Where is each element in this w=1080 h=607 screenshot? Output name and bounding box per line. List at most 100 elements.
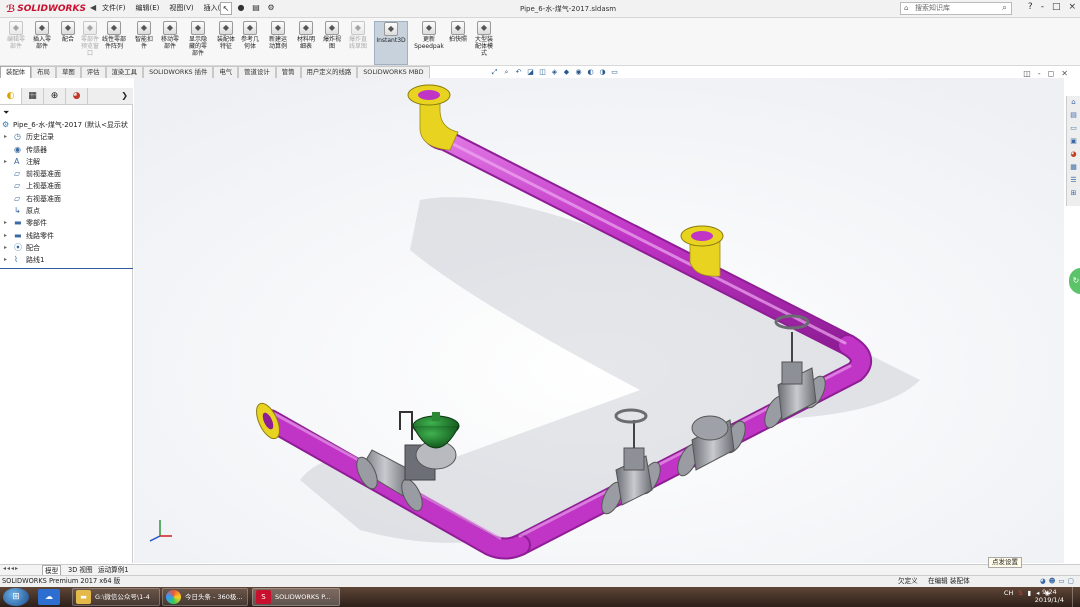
edit-appearance-icon[interactable]: ◐ (586, 68, 595, 77)
tree-item[interactable]: ▸ ⌇ 路线1 (0, 254, 133, 266)
view-palette-icon[interactable]: ▣ (1069, 136, 1079, 147)
input-method-icon[interactable]: S (1018, 589, 1022, 597)
options-gear-icon[interactable]: ⚙ (265, 2, 277, 15)
help-button[interactable]: ? (1028, 2, 1033, 12)
expand-arrow-icon[interactable]: ▸ (4, 230, 12, 242)
file-explorer-icon[interactable]: ▭ (1069, 123, 1079, 134)
ribbon-button-smart-fasteners[interactable]: ◆ 智能扣 件 (132, 21, 156, 50)
solidworks-forum-icon[interactable]: ☰ (1069, 175, 1079, 186)
property-manager-tab-icon[interactable]: ▦ (22, 88, 44, 104)
filter-icon[interactable]: ⏷ (3, 108, 9, 118)
menu-file[interactable]: 文件(F) (102, 3, 126, 13)
routing-library-icon[interactable]: ⊞ (1069, 188, 1079, 199)
tree-root-assembly[interactable]: ⚙ Pipe_6-水-煤气-2017 (默认<显示状 (0, 119, 133, 131)
assembly-model[interactable] (134, 78, 1064, 563)
ribbon-button-move-component[interactable]: ◆ 移动零 部件 (158, 21, 182, 50)
ribbon-button-assembly-features[interactable]: ◆ 装配体 特征 (214, 21, 238, 50)
rebuild-status-icon[interactable]: ☻ (1049, 576, 1056, 587)
tab-8[interactable]: 管筒 (275, 66, 301, 78)
ribbon-button-snapshot[interactable]: ◆ 拍快照 (446, 21, 470, 43)
menu-edit[interactable]: 编辑(E) (136, 3, 160, 13)
baidu-netdisk-icon[interactable]: ☁ (38, 589, 60, 605)
expand-arrow-icon[interactable]: ▸ (4, 131, 12, 143)
previous-view-icon[interactable]: ↶ (514, 68, 523, 77)
menu-expand-icon[interactable]: ◀ (90, 3, 96, 12)
rebuild-icon[interactable]: ● (235, 2, 247, 15)
language-indicator[interactable]: CH (1004, 589, 1013, 597)
tree-item[interactable]: ▸ ◷ 历史记录 (0, 131, 133, 143)
show-desktop-button[interactable] (1072, 587, 1080, 607)
tab-nav-arrows-icon[interactable]: ◂◂◂▸ (3, 565, 19, 572)
tree-item[interactable]: ▱ 右视基准面 (0, 193, 133, 205)
ribbon-button-bom[interactable]: ◆ 材料明 细表 (294, 21, 318, 50)
ribbon-button-new-motion-study[interactable]: ◆ 新建运 动算例 (266, 21, 290, 50)
viewport-restore-icon[interactable]: ◻ (1048, 69, 1055, 78)
tree-item[interactable]: ▸ ▬ 线路零件 (0, 230, 133, 242)
tree-item[interactable]: ◉ 传感器 (0, 144, 133, 156)
file-properties-icon[interactable]: ▤ (250, 2, 262, 15)
viewport-close-icon[interactable]: ✕ (1061, 69, 1068, 78)
close-button[interactable]: × (1068, 2, 1076, 12)
ribbon-button-reference-geometry[interactable]: ◆ 参考几 何体 (238, 21, 262, 50)
expand-arrow-icon[interactable]: ▸ (4, 254, 12, 266)
tab-6[interactable]: 电气 (213, 66, 239, 78)
taskbar-solidworks-window[interactable]: S SOLIDWORKS P... (252, 588, 340, 606)
search-input[interactable]: ⌂ 搜索知识库 ⌕ (900, 2, 1012, 15)
lock-icon[interactable]: ▢ (1068, 576, 1074, 587)
ribbon-button-exploded-view[interactable]: ◆ 爆炸视 图 (320, 21, 344, 50)
tree-item[interactable]: ↳ 原点 (0, 205, 133, 217)
tree-item[interactable]: ▸ ▬ 零部件 (0, 217, 133, 229)
viewport-minimize-icon[interactable]: - (1038, 69, 1041, 78)
ribbon-button-speedpak[interactable]: ◆ 更新 Speedpak (414, 21, 444, 50)
ribbon-button-mate[interactable]: ◆ 配合 (56, 21, 80, 43)
tab-motion-study[interactable]: 运动算例1 (98, 565, 129, 575)
select-icon[interactable]: ↖ (220, 2, 232, 15)
menu-view[interactable]: 视图(V) (169, 3, 193, 13)
ribbon-button-linear-pattern[interactable]: ◆ 线性零部 件阵列 (102, 21, 126, 50)
custom-properties-icon[interactable]: ▦ (1069, 162, 1079, 173)
ribbon-button-instant3d[interactable]: ◆ Instant3D (374, 21, 408, 65)
tree-item[interactable]: ▱ 前视基准面 (0, 168, 133, 180)
panel-expand-icon[interactable]: ❯ (121, 91, 128, 100)
view-settings-icon[interactable]: ▭ (610, 68, 619, 77)
section-view-icon[interactable]: ◪ (526, 68, 535, 77)
display-manager-tab-icon[interactable]: ◕ (66, 88, 88, 104)
ribbon-button-large-assembly[interactable]: ◆ 大型装 配体模 式 (472, 21, 496, 57)
dynamic-annotation-icon[interactable]: ◫ (538, 68, 547, 77)
search-icon[interactable]: ⌕ (1002, 3, 1007, 14)
restore-button[interactable]: □ (1052, 2, 1061, 12)
units-icon[interactable]: ▭ (1059, 576, 1065, 587)
tab-1[interactable]: 布局 (31, 66, 56, 78)
tab-9[interactable]: 用户定义的线路 (300, 66, 358, 78)
tab-3[interactable]: 评估 (80, 66, 106, 78)
tab-0[interactable]: 装配体 (0, 66, 32, 78)
configuration-manager-tab-icon[interactable]: ⊕ (44, 88, 66, 104)
start-button[interactable]: ⊞ (3, 588, 29, 606)
solidworks-resources-icon[interactable]: ⌂ (1069, 97, 1079, 108)
expand-arrow-icon[interactable]: ▸ (4, 242, 12, 254)
system-clock[interactable]: 9:24 2019/1/4 (1035, 588, 1064, 604)
zoom-area-icon[interactable]: ⌕ (502, 68, 511, 77)
ribbon-button-component-preview[interactable]: ◆ 零部件 预览窗 口 (78, 21, 102, 57)
view-orientation-icon[interactable]: ◈ (550, 68, 559, 77)
taskbar-browser-window[interactable]: 今日头条 - 360极... (162, 588, 248, 606)
ribbon-button-show-hidden[interactable]: ◆ 显示隐 藏的零 部件 (186, 21, 210, 57)
design-library-icon[interactable]: ▤ (1069, 110, 1079, 121)
ribbon-button-explode-line-sketch[interactable]: ◆ 爆炸直 线草图 (346, 21, 370, 50)
expand-arrow-icon[interactable]: ▸ (4, 217, 12, 229)
expand-arrow-icon[interactable]: ▸ (4, 156, 12, 168)
feature-manager-tab-icon[interactable]: ◐ (0, 88, 22, 104)
quick-tips-icon[interactable]: ◕ (1040, 576, 1046, 587)
tab-10[interactable]: SOLIDWORKS MBD (357, 66, 430, 78)
tab-2[interactable]: 草图 (55, 66, 81, 78)
tab-3d-views[interactable]: 3D 视图 (68, 565, 93, 575)
rollback-bar[interactable] (0, 268, 133, 269)
graphics-area[interactable] (134, 78, 1064, 563)
display-style-icon[interactable]: ◆ (562, 68, 571, 77)
network-icon[interactable]: ▮ (1027, 589, 1031, 597)
viewport-tile-icon[interactable]: ◫ (1023, 69, 1031, 78)
tab-7[interactable]: 管道设计 (238, 66, 276, 78)
appearances-icon[interactable]: ◕ (1069, 149, 1079, 160)
solidworks-logo[interactable]: ℬ SOLIDWORKS (6, 2, 86, 16)
ribbon-button-insert-component[interactable]: ◆ 插入零 部件 (30, 21, 54, 50)
